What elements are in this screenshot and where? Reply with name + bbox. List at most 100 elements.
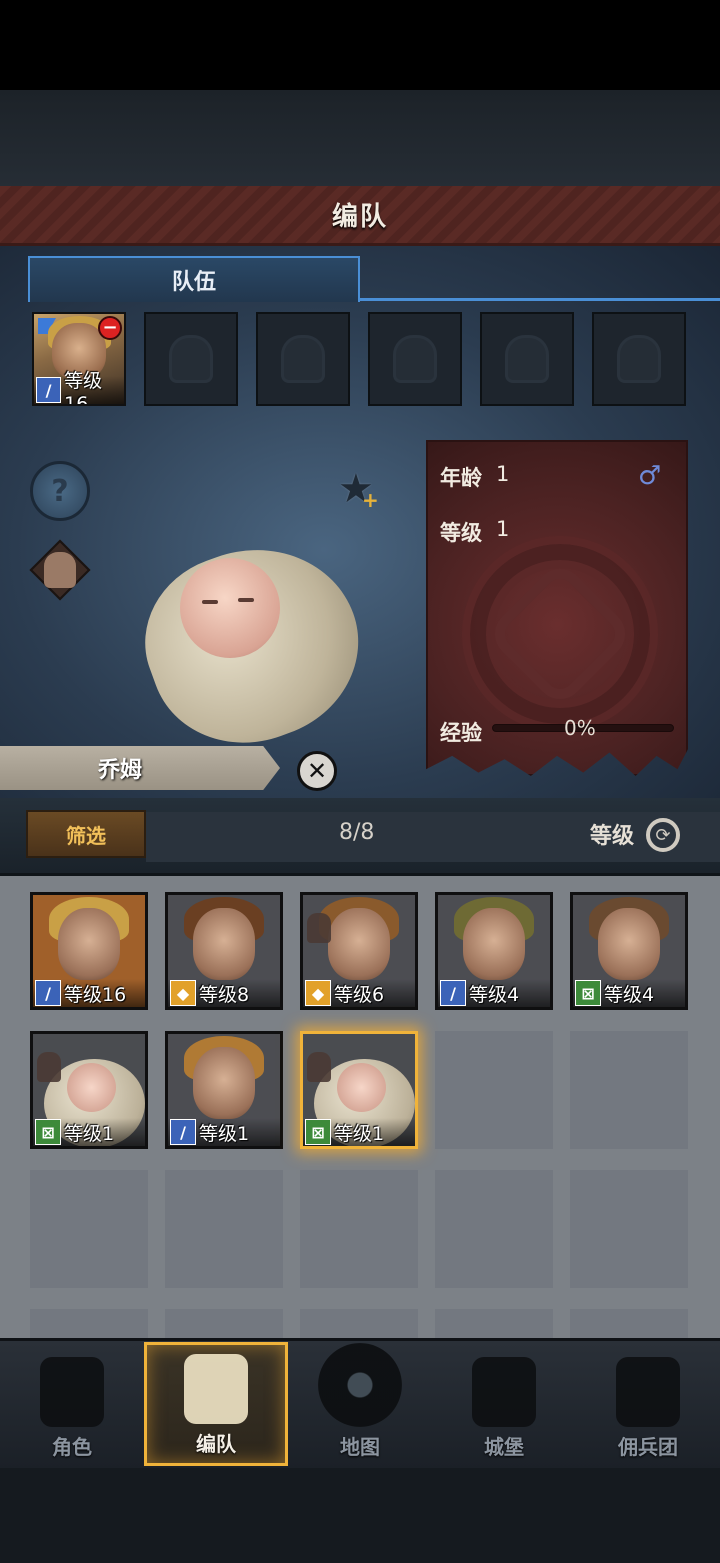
roster-card[interactable]: ⊠ 等级4 [570,892,688,1010]
empty-helmet-icon [505,335,549,383]
exp-label: 经验 [440,721,482,745]
compass-icon [318,1343,402,1427]
helmet-icon [37,1052,61,1082]
tab-team[interactable]: 队伍 [28,256,360,302]
empty-helmet-icon [281,335,325,383]
nav-item[interactable]: 城堡 [432,1342,576,1466]
system-nav-bar [0,1468,720,1563]
roster-card[interactable]: ⊠ 等级1 [300,1031,418,1149]
nav-label: 角色 [52,1435,92,1459]
helmet-icon [44,552,76,588]
mercenary-icon [616,1357,680,1427]
level-text: 等级1 [334,1122,385,1145]
team-slot[interactable] [592,312,686,406]
helmet-icon [307,913,331,943]
question-icon: ? [51,473,69,509]
level-badge: ⊠ 等级4 [573,979,685,1007]
face [462,908,526,981]
level-text: 等级6 [334,983,385,1006]
empty-roster-slot [30,1170,148,1288]
sort-label[interactable]: 等级 [590,818,634,850]
roster-card[interactable]: / 等级1 [165,1031,283,1149]
empty-roster-slot [165,1309,283,1339]
page-title: 编队 [331,202,388,232]
level-label: 等级 [440,521,482,545]
tab-underline [358,298,720,301]
refresh-sort-icon[interactable]: ⟳ [646,818,680,852]
team-slot[interactable]: − / 等级16 [32,312,126,406]
empty-roster-slot [435,1031,553,1149]
nav-label: 城堡 [484,1435,524,1459]
character-name: 乔姆 [97,758,142,783]
nav-label: 地图 [340,1435,380,1459]
level-badge: / 等级4 [438,979,550,1007]
level-text: 等级16 [64,983,127,1006]
face [597,908,661,981]
status-bar [0,0,720,90]
knight-icon [40,1357,104,1427]
bow-icon: ⊠ [305,1119,331,1145]
level-badge: ⊠ 等级1 [33,1118,145,1146]
bow-icon: ⊠ [575,980,601,1006]
team-slot[interactable] [368,312,462,406]
character-name-banner[interactable]: 乔姆 [0,746,280,790]
level-text: 等级8 [199,983,250,1006]
team-slot[interactable] [480,312,574,406]
castle-icon [472,1357,536,1427]
roster-card[interactable]: ◆ 等级6 [300,892,418,1010]
baby-face [180,558,280,658]
sword-icon: / [35,980,61,1006]
roster-card[interactable]: / 等级4 [435,892,553,1010]
empty-roster-slot [30,1309,148,1339]
level-value: 1 [496,517,510,541]
plus-icon: + [362,488,379,512]
age-value: 1 [496,462,510,486]
bow-icon: ⊠ [35,1119,61,1145]
empty-helmet-icon [617,335,661,383]
baby-face [66,1063,116,1113]
nav-item[interactable]: 佣兵团 [576,1342,720,1466]
team-slot[interactable] [144,312,238,406]
empty-roster-slot [300,1309,418,1339]
header-background [0,90,720,186]
age-label: 年龄 [440,466,482,490]
team-slot[interactable] [256,312,350,406]
nav-label: 编队 [196,1432,236,1456]
male-icon: ♂ [638,461,662,491]
empty-helmet-icon [393,335,437,383]
help-button[interactable]: ? [30,461,90,521]
nav-label: 佣兵团 [618,1435,678,1459]
shield-icon: ◆ [170,980,196,1006]
close-icon: ✕ [306,757,328,785]
empty-roster-slot [570,1170,688,1288]
empty-roster-slot [435,1309,553,1339]
empty-roster-slot [165,1170,283,1288]
roster-card[interactable]: / 等级16 [30,892,148,1010]
level-badge: / 等级1 [168,1118,280,1146]
nav-item[interactable]: 编队 [144,1342,288,1466]
level-badge: / 等级16 [33,979,145,1007]
title-banner: 编队 [0,186,720,246]
level-text: 等级4 [604,983,655,1006]
level-badge: ◆ 等级8 [168,979,280,1007]
nav-item[interactable]: 地图 [288,1342,432,1466]
empty-roster-slot [570,1031,688,1149]
level-text: 等级1 [64,1122,115,1145]
level-text: 等级4 [469,983,520,1006]
nav-item[interactable]: 角色 [0,1342,144,1466]
exp-value: 0% [564,716,596,740]
sword-icon: / [440,980,466,1006]
face [192,1047,256,1120]
remove-member-icon[interactable]: − [98,316,122,340]
empty-roster-slot [300,1170,418,1288]
face [327,908,391,981]
baby-face [336,1063,386,1113]
roster-card[interactable]: ◆ 等级8 [165,892,283,1010]
sword-icon: / [36,377,62,403]
level-text: 等级1 [199,1122,250,1145]
remove-button[interactable]: ✕ [297,751,337,791]
filter-button[interactable]: 筛选 [26,810,146,858]
level-badge: ⊠ 等级1 [303,1118,415,1146]
formation-icon [184,1354,248,1424]
roster-card[interactable]: ⊠ 等级1 [30,1031,148,1149]
